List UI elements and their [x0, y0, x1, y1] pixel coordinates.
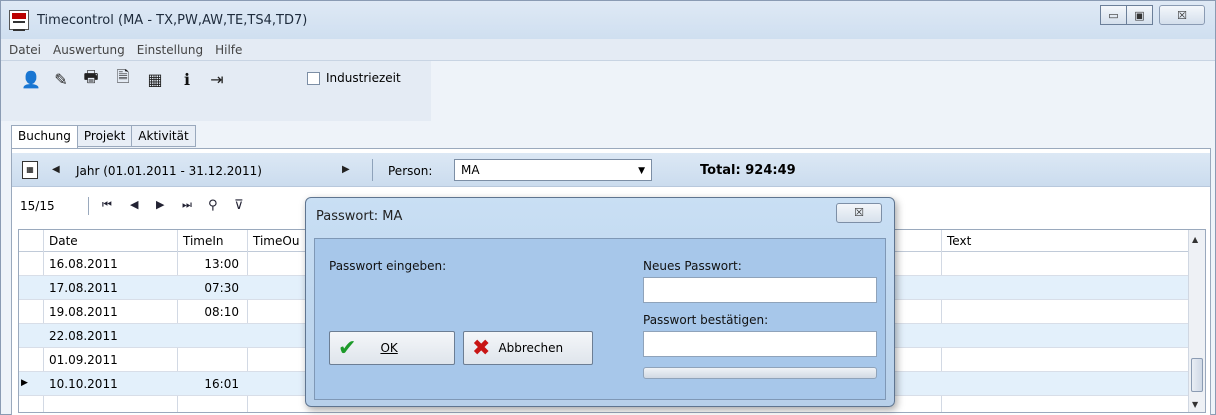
calendar-app-icon — [9, 10, 29, 31]
scroll-thumb[interactable] — [1191, 358, 1203, 392]
close-icon: ☒ — [854, 206, 864, 219]
close-button[interactable]: ☒ — [1159, 5, 1205, 25]
total-value: Total: 924:49 — [700, 163, 796, 178]
cell-date[interactable]: 10.10.2011 — [49, 377, 118, 391]
tab-buchung[interactable]: Buchung — [11, 125, 78, 149]
last-record-icon[interactable]: ⏭ — [182, 198, 192, 212]
close-icon: ☒ — [1177, 8, 1187, 22]
menu-datei[interactable]: Datei — [9, 43, 41, 57]
window-controls: ▭ ▣ ☒ — [1100, 5, 1205, 25]
enter-password-label: Passwort eingeben: — [329, 259, 447, 273]
cell-date[interactable]: 16.08.2011 — [49, 257, 118, 271]
previous-period-arrow-icon[interactable]: ◀ — [52, 164, 60, 175]
first-record-icon[interactable]: ⏮ — [102, 198, 112, 212]
next-record-icon[interactable]: ▶ — [156, 198, 164, 211]
column-header-timeout[interactable]: TimeOu — [253, 234, 299, 248]
cell-date[interactable]: 22.08.2011 — [49, 329, 118, 343]
checkbox-box[interactable] — [307, 71, 320, 85]
confirm-password-field[interactable] — [643, 331, 877, 357]
scroll-up-arrow-icon[interactable]: ▲ — [1192, 235, 1198, 244]
checkmark-icon: ✔ — [338, 335, 357, 361]
person-dropdown[interactable]: MA ▼ — [454, 159, 652, 181]
dialog-title: Passwort: MA — [316, 209, 403, 224]
column-header-date[interactable]: Date — [49, 234, 78, 248]
title-bar[interactable]: Timecontrol (MA - TX,PW,AW,TE,TS4,TD7) ▭… — [1, 1, 1215, 39]
calendar-icon[interactable]: ▦ — [22, 161, 38, 179]
maximize-icon: ▣ — [1134, 8, 1145, 22]
dialog-close-button[interactable]: ☒ — [836, 203, 882, 223]
maximize-button[interactable]: ▣ — [1126, 5, 1153, 25]
minimize-button[interactable]: ▭ — [1100, 5, 1127, 25]
menu-bar: Datei Auswertung Einstellung Hilfe — [1, 39, 1215, 61]
info-icon[interactable]: ℹ — [177, 69, 197, 89]
person-label: Person: — [388, 164, 433, 178]
menu-einstellung[interactable]: Einstellung — [137, 43, 203, 57]
exit-icon[interactable]: ⇥ — [207, 69, 227, 89]
password-dialog: Passwort: MA ☒ Passwort eingeben: Neues … — [305, 197, 895, 407]
person-value: MA — [461, 163, 480, 177]
scroll-down-arrow-icon[interactable]: ▼ — [1192, 400, 1198, 409]
ok-button[interactable]: ✔ OK — [329, 331, 455, 365]
minimize-icon: ▭ — [1108, 8, 1119, 22]
cell-timein[interactable]: 16:01 — [185, 377, 239, 391]
user-delete-icon[interactable]: ✎ — [51, 69, 71, 89]
next-period-arrow-icon[interactable]: ▶ — [342, 164, 350, 175]
ok-label: OK — [380, 341, 398, 355]
tab-aktivitaet[interactable]: Aktivität — [131, 125, 196, 147]
menu-auswertung[interactable]: Auswertung — [53, 43, 125, 57]
search-binoculars-icon[interactable]: ⚲ — [208, 198, 218, 213]
dropdown-caret-icon: ▼ — [638, 166, 645, 176]
tab-bar: Buchung Projekt Aktivität — [11, 125, 196, 149]
menu-hilfe[interactable]: Hilfe — [215, 43, 242, 57]
record-count: 15/15 — [20, 199, 55, 213]
cell-timein[interactable]: 13:00 — [185, 257, 239, 271]
cell-date[interactable]: 01.09.2011 — [49, 353, 118, 367]
cell-date[interactable]: 19.08.2011 — [49, 305, 118, 319]
new-password-label: Neues Passwort: — [643, 259, 742, 273]
industriezeit-checkbox[interactable]: Industriezeit — [307, 71, 401, 85]
column-header-timein[interactable]: TimeIn — [183, 234, 224, 248]
cancel-button[interactable]: ✖ Abbrechen — [463, 331, 593, 365]
previous-record-icon[interactable]: ◀ — [130, 198, 138, 211]
period-navigation: ▦ ◀ Jahr (01.01.2011 - 31.12.2011) ▶ Per… — [12, 153, 1210, 187]
year-range-label[interactable]: Jahr (01.01.2011 - 31.12.2011) — [76, 164, 262, 178]
cell-timein[interactable]: 07:30 — [185, 281, 239, 295]
user-edit-icon[interactable]: 👤 — [21, 69, 41, 89]
document-icon[interactable]: 🗎 — [113, 67, 133, 89]
password-strength-bar — [643, 367, 877, 379]
industriezeit-label: Industriezeit — [326, 71, 401, 85]
separator — [88, 197, 89, 215]
filter-icon[interactable]: ⊽ — [234, 198, 244, 213]
window-title: Timecontrol (MA - TX,PW,AW,TE,TS4,TD7) — [37, 12, 308, 28]
cell-timein[interactable]: 08:10 — [185, 305, 239, 319]
calculator-icon[interactable]: ▦ — [145, 69, 165, 89]
tab-projekt[interactable]: Projekt — [76, 125, 133, 147]
cancel-x-icon: ✖ — [472, 335, 491, 361]
main-window: Timecontrol (MA - TX,PW,AW,TE,TS4,TD7) ▭… — [0, 0, 1216, 415]
printer-icon[interactable]: 🖶 — [81, 67, 101, 89]
cancel-label: Abbrechen — [498, 341, 564, 355]
confirm-password-label: Passwort bestätigen: — [643, 313, 769, 327]
cell-date[interactable]: 17.08.2011 — [49, 281, 118, 295]
current-row-marker-icon: ▶ — [21, 378, 28, 388]
dialog-body: Passwort eingeben: Neues Passwort: Passw… — [314, 238, 886, 400]
vertical-scrollbar[interactable]: ▲ ▼ — [1188, 230, 1205, 412]
separator — [372, 159, 373, 181]
new-password-field[interactable] — [643, 277, 877, 303]
column-header-text[interactable]: Text — [947, 234, 971, 248]
